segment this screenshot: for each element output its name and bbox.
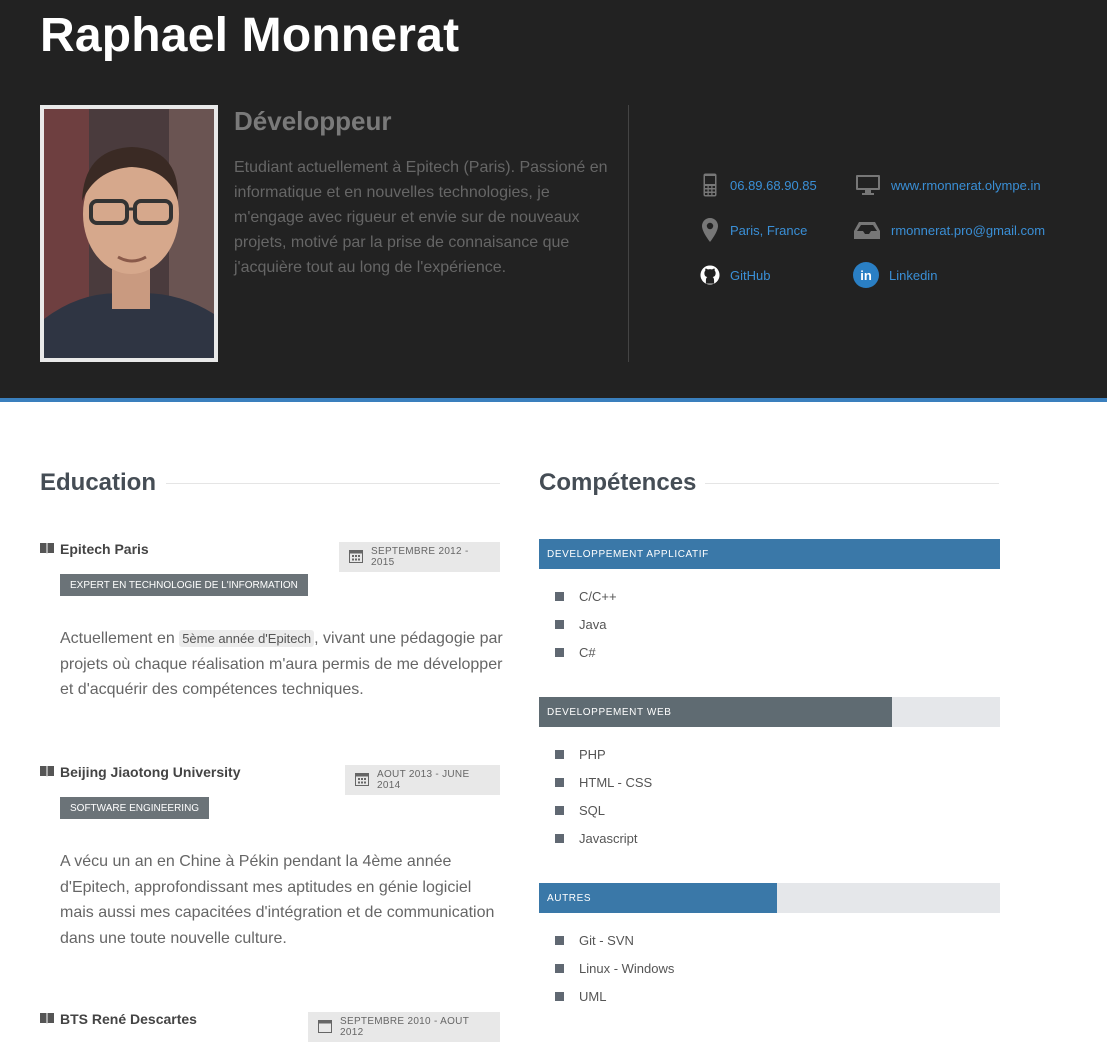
- header-accent-line: [0, 398, 1107, 402]
- profile-role: Développeur: [234, 106, 392, 136]
- contact-phone[interactable]: 06.89.68.90.85: [700, 173, 817, 197]
- skill-item-label: UML: [579, 989, 607, 1004]
- skill-group-label: DEVELOPPEMENT WEB: [539, 697, 893, 727]
- education-item-title: Epitech Paris: [40, 541, 149, 557]
- skill-item: UML: [555, 989, 606, 1004]
- contact-location[interactable]: Paris, France: [700, 218, 807, 242]
- skill-item-label: SQL: [579, 803, 606, 818]
- education-date-text: SEPTEMBRE 2010 - AOUT 2012: [340, 1016, 469, 1038]
- education-date: SEPTEMBRE 2012 - 2015: [339, 542, 500, 572]
- education-date-text: AOUT 2013 - JUNE 2014: [377, 769, 470, 791]
- skill-item-label: C/C++: [579, 589, 617, 604]
- skill-item: Git - SVN: [555, 933, 634, 948]
- skill-item-label: PHP: [579, 747, 606, 762]
- skill-item: C#: [555, 645, 596, 660]
- mobile-phone-icon: [700, 173, 720, 197]
- contact-github-text: GitHub: [730, 267, 771, 283]
- skill-item: Linux - Windows: [555, 961, 674, 976]
- education-date-text: SEPTEMBRE 2012 - 2015: [371, 546, 469, 568]
- skill-item-label: Javascript: [579, 831, 638, 846]
- linkedin-icon: in: [853, 262, 879, 288]
- calendar-icon: [355, 772, 369, 789]
- bullet-square-icon: [555, 750, 564, 759]
- profile-name: Raphael Monnerat: [40, 9, 460, 62]
- inbox-icon: [853, 218, 881, 242]
- skill-item-label: C#: [579, 645, 596, 660]
- education-title-rule: [166, 483, 500, 484]
- skills-title: Compétences: [539, 469, 697, 496]
- contact-github[interactable]: GitHub: [700, 263, 770, 287]
- skill-item: C/C++: [555, 589, 617, 604]
- contact-phone-text: 06.89.68.90.85: [730, 177, 817, 193]
- bullet-square-icon: [555, 620, 564, 629]
- github-icon: [700, 263, 720, 287]
- bullet-square-icon: [555, 592, 564, 601]
- education-date: SEPTEMBRE 2010 - AOUT 2012: [308, 1012, 500, 1042]
- contact-location-text: Paris, France: [730, 222, 808, 238]
- skill-group-bar: DEVELOPPEMENT WEB: [539, 697, 1000, 727]
- svg-text:in: in: [860, 268, 872, 283]
- header-divider: [628, 105, 629, 362]
- skill-item-label: HTML - CSS: [579, 775, 653, 790]
- contact-email[interactable]: rmonnerat.pro@gmail.com: [853, 218, 1045, 242]
- skills-title-rule: [705, 483, 999, 484]
- skill-item-label: Java: [579, 617, 607, 632]
- book-icon: [40, 764, 54, 780]
- bullet-square-icon: [555, 936, 564, 945]
- calendar-icon: [349, 549, 363, 566]
- education-school: Beijing Jiaotong University: [60, 764, 241, 780]
- skill-group-bar: AUTRES: [539, 883, 1000, 913]
- portrait-image: [44, 109, 214, 358]
- skill-item: PHP: [555, 747, 606, 762]
- education-title: Education: [40, 469, 157, 496]
- bullet-square-icon: [555, 834, 564, 843]
- contact-website-text: www.rmonnerat.olympe.in: [891, 177, 1041, 193]
- skill-item: Javascript: [555, 831, 638, 846]
- education-degree-tag: SOFTWARE ENGINEERING: [60, 797, 210, 819]
- bullet-square-icon: [555, 648, 564, 657]
- education-description: A vécu un an en Chine à Pékin pendant la…: [60, 853, 495, 947]
- contact-linkedin[interactable]: in Linkedin: [853, 262, 938, 288]
- map-pin-icon: [700, 218, 720, 242]
- education-description-text: Actuellement en: [60, 630, 180, 647]
- skill-item: Java: [555, 617, 606, 632]
- profile-description: Etudiant actuellement à Epitech (Paris).…: [234, 159, 608, 276]
- education-school: Epitech Paris: [60, 541, 149, 557]
- education-description: Actuellement en 5ème année d'Epitech, vi…: [60, 626, 505, 703]
- contact-website[interactable]: www.rmonnerat.olympe.in: [855, 173, 1041, 197]
- skill-item-label: Git - SVN: [579, 933, 634, 948]
- skill-item: SQL: [555, 803, 605, 818]
- header: Raphael Monnerat Développeur Etudiant ac…: [0, 0, 1107, 398]
- monitor-icon: [855, 173, 881, 197]
- bullet-square-icon: [555, 964, 564, 973]
- skill-group-bar: DEVELOPPEMENT APPLICATIF: [539, 539, 1000, 569]
- skill-group-label: AUTRES: [539, 883, 777, 913]
- contact-email-text: rmonnerat.pro@gmail.com: [891, 222, 1046, 238]
- profile-photo: [40, 105, 218, 362]
- skill-item-label: Linux - Windows: [579, 961, 675, 976]
- calendar-icon: [318, 1019, 332, 1036]
- bullet-square-icon: [555, 806, 564, 815]
- bullet-square-icon: [555, 778, 564, 787]
- skill-item: HTML - CSS: [555, 775, 652, 790]
- contact-linkedin-text: Linkedin: [889, 267, 938, 283]
- education-item-title: Beijing Jiaotong University: [40, 764, 240, 780]
- education-highlight: 5ème année d'Epitech: [179, 630, 315, 647]
- education-degree-tag: EXPERT EN TECHNOLOGIE DE L'INFORMATION: [60, 574, 308, 596]
- bullet-square-icon: [555, 992, 564, 1001]
- book-icon: [40, 541, 54, 557]
- skill-group-label: DEVELOPPEMENT APPLICATIF: [539, 539, 1000, 569]
- education-date: AOUT 2013 - JUNE 2014: [345, 765, 500, 795]
